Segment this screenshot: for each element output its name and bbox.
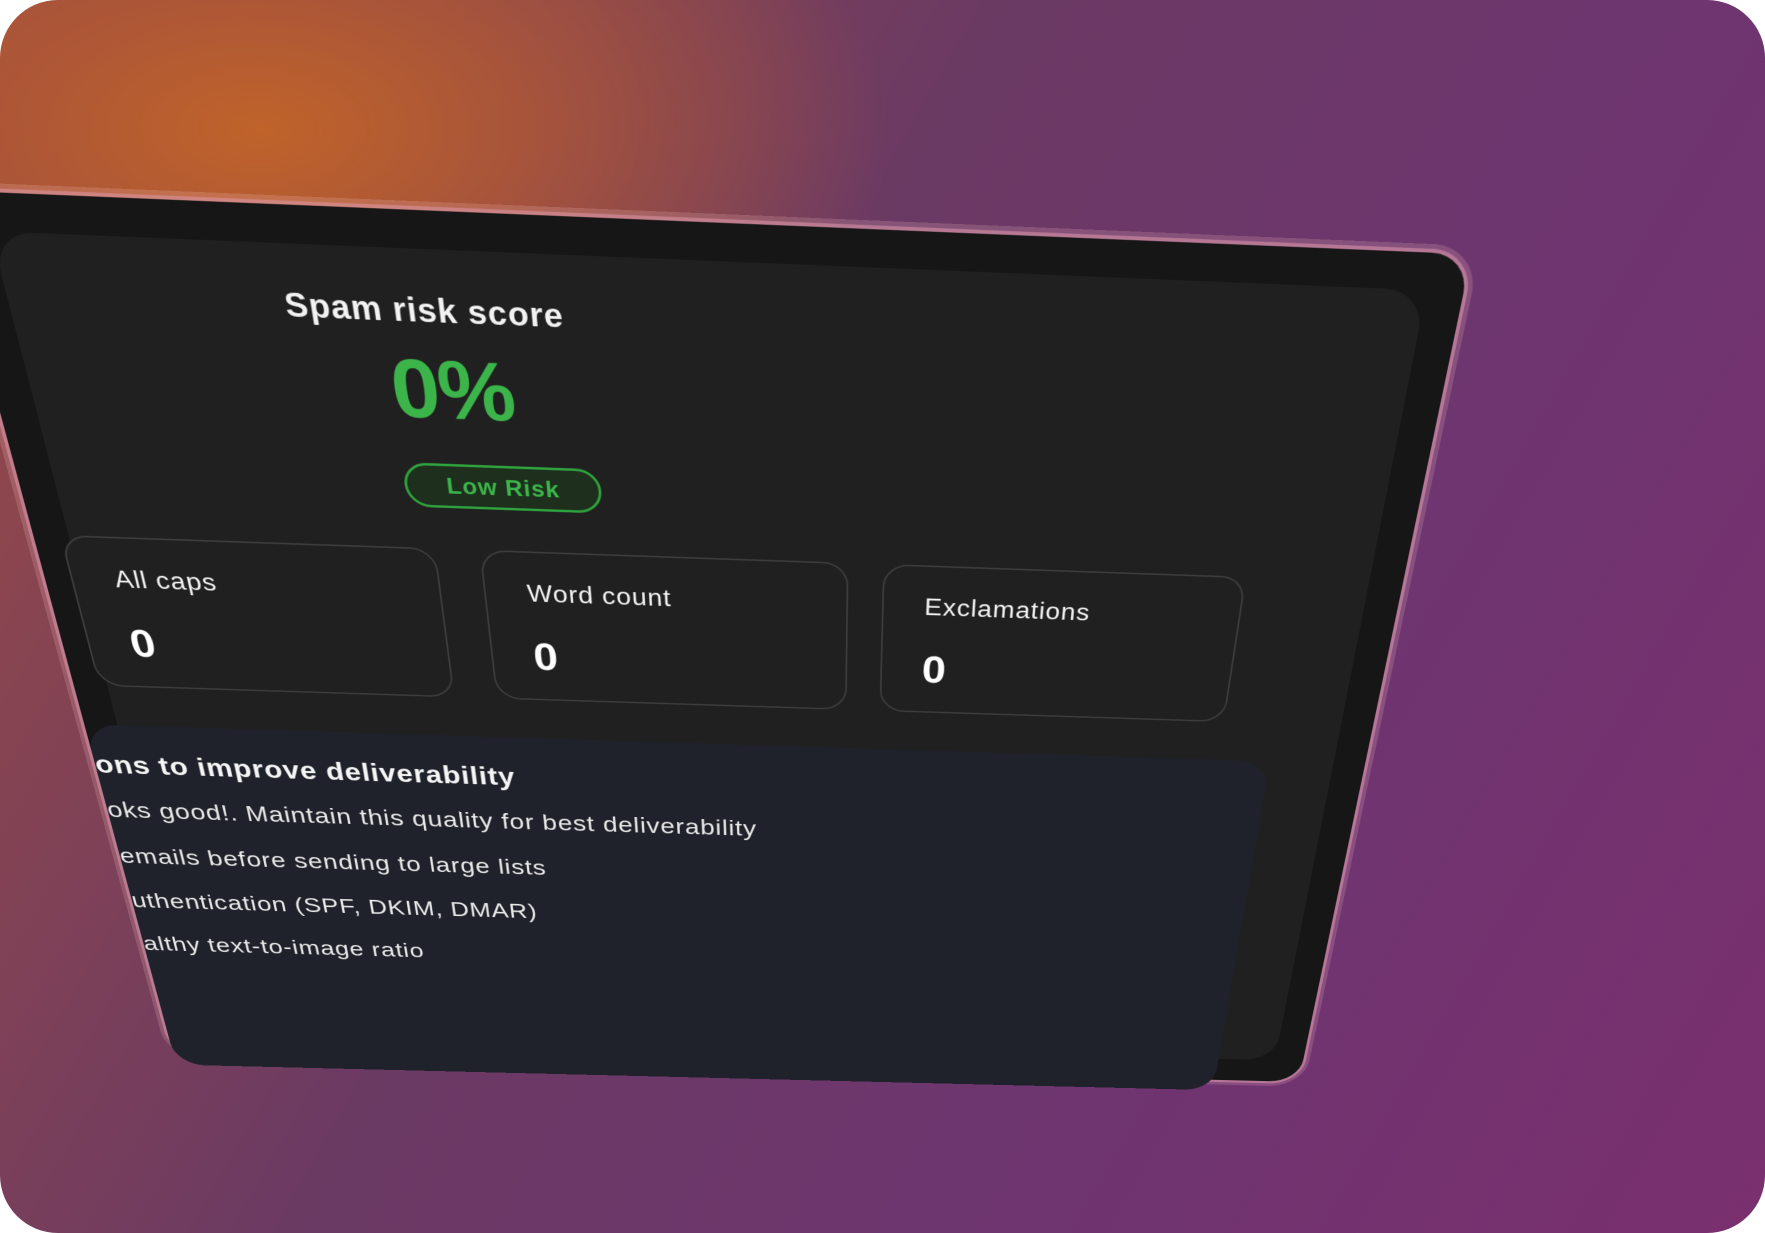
stat-label: Exclamations (923, 593, 1092, 626)
device-frame: Spam risk score 0% Low Risk All caps 0 W… (0, 190, 1472, 1091)
risk-badge: Low Risk (401, 462, 603, 514)
tip-item: uthentication (SPF, DKIM, DMAR) (128, 888, 539, 923)
stat-card-word-count: Word count 0 (479, 549, 849, 711)
stat-card-all-caps: All caps 0 (59, 534, 455, 698)
stat-card-exclamations: Exclamations 0 (879, 563, 1247, 723)
stat-label: All caps (111, 565, 220, 597)
tip-item: oks good!. Maintain this quality for bes… (103, 797, 758, 841)
perspective-stage: Spam risk score 0% Low Risk All caps 0 W… (0, 190, 1509, 1093)
spam-score-title: Spam risk score (281, 285, 565, 335)
stat-value: 0 (921, 648, 947, 692)
spam-checker-panel: Spam risk score 0% Low Risk All caps 0 W… (0, 231, 1427, 1091)
spam-score-value: 0% (384, 341, 518, 438)
stat-value: 0 (531, 635, 560, 679)
tip-item: emails before sending to large lists (116, 843, 548, 880)
deliverability-tips-section: ons to improve deliverability oks good!.… (84, 724, 1271, 1091)
tip-item: althy text-to-image ratio (140, 932, 426, 962)
gradient-background: Spam risk score 0% Low Risk All caps 0 W… (0, 0, 1765, 1233)
stat-label: Word count (525, 579, 673, 612)
stat-value: 0 (125, 622, 161, 666)
tips-title: ons to improve deliverability (91, 750, 517, 791)
